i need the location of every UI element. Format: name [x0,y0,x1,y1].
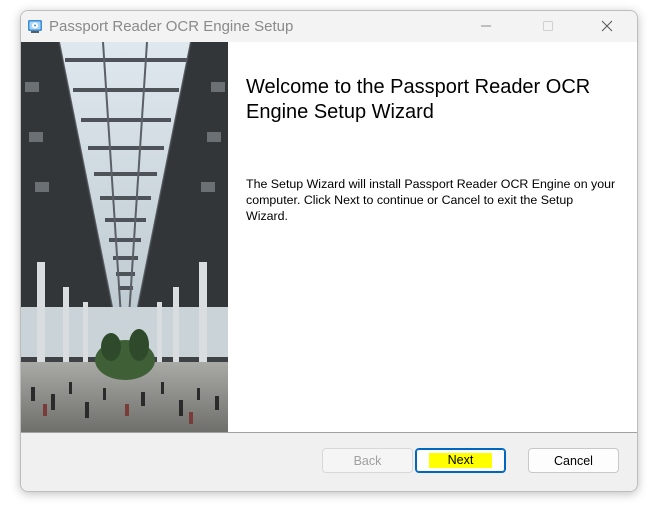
minimize-icon [481,25,491,27]
minimize-button[interactable] [463,11,509,42]
close-button[interactable] [584,11,630,42]
maximize-icon [543,21,553,31]
welcome-description: The Setup Wizard will install Passport R… [246,177,616,223]
welcome-heading: Welcome to the Passport Reader OCR Engin… [246,76,591,123]
setup-window: Passport Reader OCR Engine Setup Welcome… [20,10,638,492]
close-icon [601,20,613,32]
next-button[interactable]: Next [415,448,506,473]
back-button-label: Back [353,453,382,468]
title-bar: Passport Reader OCR Engine Setup [21,11,637,42]
wizard-footer: Back Next Cancel [21,433,637,491]
cancel-button[interactable]: Cancel [528,448,619,473]
window-title: Passport Reader OCR Engine Setup [49,18,294,35]
airport-terminal-image [21,42,228,432]
back-button: Back [322,448,413,473]
installer-disc-icon [27,18,43,34]
next-button-label: Next [428,453,493,468]
maximize-button [525,11,571,42]
wizard-content: Welcome to the Passport Reader OCR Engin… [21,42,637,432]
cancel-button-label: Cancel [554,453,593,468]
